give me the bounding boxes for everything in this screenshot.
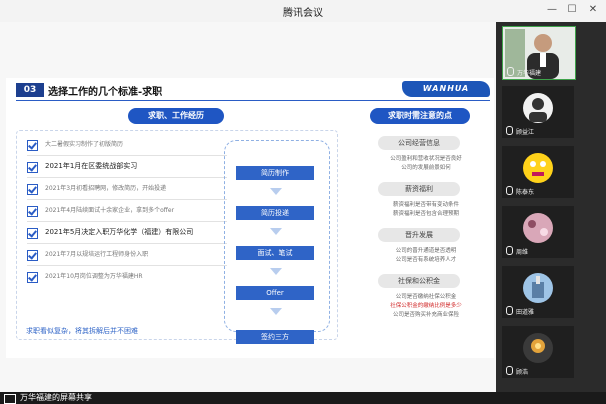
flow-step: 简历投递 xyxy=(236,206,314,220)
participant-name: 陈泰东 xyxy=(516,189,535,196)
screen-share-bar: 万华福建的屏幕共享 xyxy=(0,392,606,404)
mic-icon xyxy=(506,306,513,315)
criteria-line: 公司的发展前景如何 xyxy=(401,165,451,171)
experience-text: 2021年10月岗位调整为万华福建HR xyxy=(45,273,143,280)
participant-tile[interactable]: 顾浩 xyxy=(502,326,574,378)
arrow-down-icon xyxy=(270,228,282,235)
divider xyxy=(27,221,227,222)
checkbox-icon xyxy=(27,140,38,151)
screen-share-label: 万华福建的屏幕共享 xyxy=(20,393,92,402)
participant-panel: 万华福建 顾益江 陈泰东 周维 田道雅 顾浩 xyxy=(496,22,606,392)
criteria-title: 薪资福利 xyxy=(378,182,460,196)
maximize-icon[interactable]: ☐ xyxy=(564,3,580,17)
criteria-line: 公司是否缴纳社保公积金 xyxy=(395,294,457,300)
section-title: 选择工作的几个标准-求职 xyxy=(48,87,163,98)
shared-screen: 03 选择工作的几个标准-求职 WANHUA 求职、工作经历 求职时需注意的点 … xyxy=(0,22,496,392)
experience-text: 大二暑假实习制作了初版简历 xyxy=(45,141,124,148)
participant-name: 顾浩 xyxy=(516,369,529,376)
criteria-title: 社保和公积金 xyxy=(378,274,460,288)
checkbox-icon xyxy=(27,272,38,283)
participant-tile[interactable]: 周维 xyxy=(502,206,574,258)
criteria-line: 公司的晋升通道是否透明 xyxy=(395,248,457,254)
mic-icon xyxy=(506,186,513,195)
criteria-line: 公司是否有系统培养人才 xyxy=(395,257,457,263)
checkbox-icon xyxy=(27,228,38,239)
right-header-pill: 求职时需注意的点 xyxy=(370,108,470,124)
section-number: 03 xyxy=(16,83,44,97)
checkbox-icon xyxy=(27,184,38,195)
mic-icon xyxy=(506,246,513,255)
screen-share-icon xyxy=(4,394,16,404)
slide-header: 03 选择工作的几个标准-求职 WANHUA xyxy=(6,78,494,102)
participant-name: 周维 xyxy=(516,249,529,256)
participant-tile[interactable]: 田道雅 xyxy=(502,266,574,318)
experience-text: 2021年3月初看招聘网，修改简历，开始投递 xyxy=(45,185,167,192)
checkbox-icon xyxy=(27,162,38,173)
criteria-line: 薪资福利是否带有变动条件 xyxy=(392,202,459,208)
flow-step: 面试、笔试 xyxy=(236,246,314,260)
participant-tile[interactable]: 陈泰东 xyxy=(502,146,574,198)
arrow-down-icon xyxy=(270,268,282,275)
participant-tile[interactable]: 顾益江 xyxy=(502,86,574,138)
experience-text: 2021年7月以规培运行工程师身份入职 xyxy=(45,251,149,258)
flow-step: 简历制作 xyxy=(236,166,314,180)
arrow-down-icon xyxy=(270,188,282,195)
header-divider xyxy=(16,100,490,101)
checkbox-icon xyxy=(27,206,38,217)
window-title: 腾讯会议 xyxy=(283,8,323,19)
checkbox-icon xyxy=(27,250,38,261)
minimize-icon[interactable]: — xyxy=(544,3,560,17)
participant-name: 田道雅 xyxy=(516,309,535,316)
criteria-title: 公司经营信息 xyxy=(378,136,460,150)
divider xyxy=(27,177,227,178)
criteria-line: 公司盈利和营收状况是否良好 xyxy=(390,156,462,162)
window-titlebar: 腾讯会议 — ☐ ✕ xyxy=(0,0,606,23)
flow-step: Offer xyxy=(236,286,314,300)
close-icon[interactable]: ✕ xyxy=(585,3,601,17)
summary-note: 求职看似复杂，将其拆解后并不困难 xyxy=(26,327,138,335)
experience-text: 2021年4月陆续面试十余家企业，拿到多个offer xyxy=(45,207,175,214)
mic-icon xyxy=(506,366,513,375)
company-logo: WANHUA xyxy=(402,81,490,97)
arrow-down-icon xyxy=(270,308,282,315)
participant-name: 万华福建 xyxy=(517,70,542,77)
criteria-line: 公司是否购买补充商业保险 xyxy=(392,312,459,318)
participant-name: 顾益江 xyxy=(516,129,535,136)
presentation-slide: 03 选择工作的几个标准-求职 WANHUA 求职、工作经历 求职时需注意的点 … xyxy=(6,78,494,358)
participant-tile[interactable]: 万华福建 xyxy=(502,26,576,80)
mic-icon xyxy=(506,126,513,135)
divider xyxy=(27,199,227,200)
divider xyxy=(27,155,227,156)
criteria-line: 薪资福利是否包含合理预期 xyxy=(392,211,459,217)
flow-step: 签约三方 xyxy=(236,330,314,344)
divider xyxy=(27,265,227,266)
criteria-line-highlight: 社保公积金的缴纳比例是多少 xyxy=(390,303,462,309)
divider xyxy=(27,243,227,244)
experience-text: 2021年1月在区委统战部实习 xyxy=(45,162,138,170)
criteria-title: 晋升发展 xyxy=(378,228,460,242)
experience-text: 2021年5月决定入职万华化学（福建）有限公司 xyxy=(45,228,194,236)
mic-icon xyxy=(507,67,514,76)
left-header-pill: 求职、工作经历 xyxy=(128,108,224,124)
